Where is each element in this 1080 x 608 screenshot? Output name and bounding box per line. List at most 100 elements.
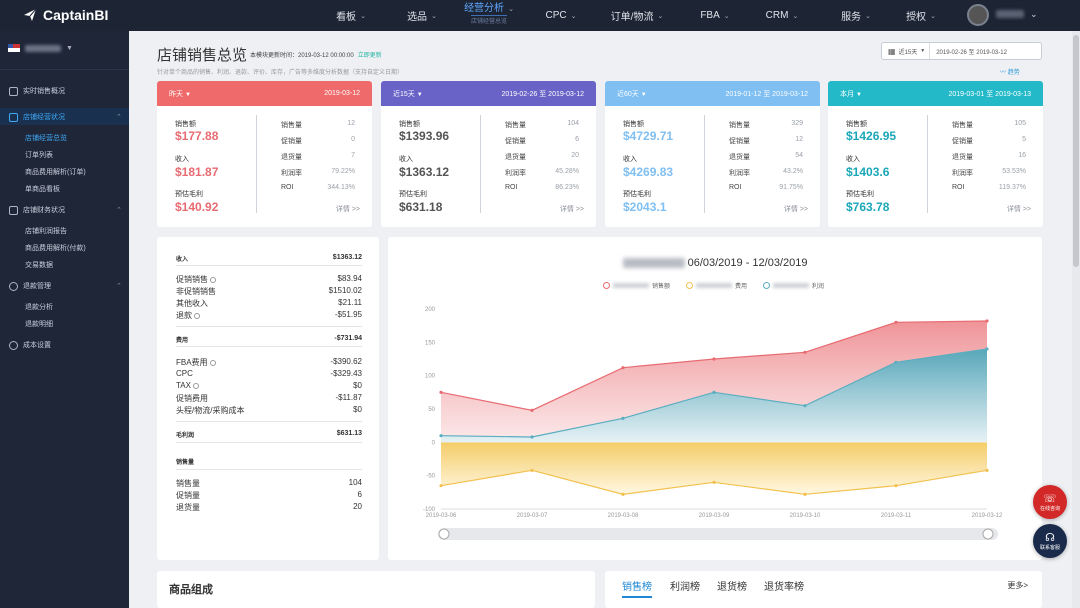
data-point — [621, 416, 625, 420]
sidebar-item-label: 退款明细 — [25, 321, 53, 328]
trend-link[interactable]: 〰 趋势 — [1000, 67, 1020, 76]
ranking-panel: 销售榜 利润榜 退货榜 退货率榜 更多> — [605, 571, 1042, 608]
zoom-handle-left[interactable] — [438, 528, 450, 540]
online-consult-label: 在线咨询 — [1039, 506, 1060, 512]
chart-zoom-slider[interactable] — [438, 528, 998, 540]
sidebar-item-cost-settings[interactable]: 成本设置 — [9, 340, 51, 350]
breakdown-value: 20 — [353, 502, 362, 511]
stat-row: 促销量 6 — [505, 136, 579, 146]
data-point — [712, 357, 716, 361]
username[interactable] — [996, 10, 1024, 18]
sidebar-item-store-status[interactable]: 店铺经营状况 ⌃ — [9, 112, 122, 122]
nav-item-2[interactable]: 经营分析 ⌄ 店铺经营总览 — [458, 0, 520, 31]
stat-label: 利润率 — [505, 170, 526, 177]
caret-down-icon: ▼ — [640, 91, 647, 98]
date-range-input[interactable]: 2019-02-26 至 2019-03-12 — [930, 47, 1007, 56]
detail-link[interactable]: 详情 >> — [560, 204, 584, 214]
store-selector[interactable]: ▼ — [8, 44, 73, 52]
income-label: 收入 — [175, 156, 189, 163]
divider — [176, 421, 362, 422]
sidebar-item-finance[interactable]: 店铺财务状况 ⌃ — [9, 205, 122, 215]
breakdown-value: -$329.43 — [330, 369, 362, 378]
stat-value: 53.53% — [1002, 168, 1026, 175]
sales-history-chart-panel: 06/03/2019 - 12/03/2019 销售额 费用 利润 -100 -5… — [388, 237, 1042, 560]
nav-item-4[interactable]: 订单/物流 ⌄ — [601, 0, 673, 31]
sidebar-item-refund-analysis[interactable]: 退款分析 — [25, 302, 53, 312]
help-icon[interactable] — [192, 382, 199, 389]
sidebar-item-product-board[interactable]: 单商品看板 — [25, 184, 60, 194]
nav-item-3[interactable]: CPC ⌄ — [543, 0, 579, 31]
breakdown-value: $0 — [353, 405, 362, 414]
sidebar-item-profit-report[interactable]: 店铺利润报告 — [25, 226, 67, 236]
online-consult-button[interactable]: ☏ 在线咨询 — [1033, 485, 1067, 519]
chevron-down-icon[interactable]: ⌄ — [1030, 9, 1038, 20]
contact-service-button[interactable]: ☊ 联系客服 — [1033, 524, 1067, 558]
breakdown-value: -$11.87 — [335, 393, 362, 402]
nav-item-0[interactable]: 看板 ⌄ — [328, 0, 374, 31]
breakdown-label: 销售量 — [176, 479, 200, 488]
update-time-label: 本模块更新时间：2019-03-12 00:00:00 — [250, 53, 354, 59]
tab-returns-ranking[interactable]: 退货榜 — [717, 578, 747, 593]
scrollbar-thumb[interactable] — [1073, 35, 1079, 267]
date-range-picker[interactable]: ▦ 近15天 ▼ 2019-02-26 至 2019-03-12 — [881, 42, 1042, 60]
nav-item-6[interactable]: CRM ⌄ — [761, 0, 803, 31]
help-icon[interactable] — [209, 359, 216, 366]
data-point — [803, 350, 807, 354]
update-now-link[interactable]: 立即更新 — [358, 53, 382, 59]
profit-value: $631.18 — [399, 200, 443, 214]
sidebar-item-refund-detail[interactable]: 退款明细 — [25, 319, 53, 329]
breakdown-row: 促销销售 $83.94 — [176, 274, 362, 285]
profit-value: $2043.1 — [623, 200, 667, 214]
gross-value: $631.13 — [336, 430, 362, 437]
nav-item-1[interactable]: 选品 ⌄ — [399, 0, 445, 31]
stat-row: ROI 344.13% — [281, 184, 355, 191]
nav-item-5[interactable]: FBA ⌄ — [698, 0, 732, 31]
detail-link[interactable]: 详情 >> — [336, 204, 360, 214]
sidebar-divider — [0, 69, 129, 70]
help-icon[interactable] — [210, 276, 216, 283]
date-preset-select[interactable]: ▦ 近15天 ▼ — [882, 43, 931, 59]
period-select[interactable]: 近60天 ▼ — [617, 89, 647, 99]
logo[interactable]: CaptainBI — [22, 7, 108, 23]
stat-label: 促销量 — [505, 138, 526, 145]
sidebar-item-label: 店铺经营状况 — [23, 114, 65, 121]
tab-profit-ranking[interactable]: 利润榜 — [670, 578, 700, 593]
summary-card: 本月 ▼ 2019-03-01 至 2019-03-13 销售额 $1426.95 收入… — [828, 81, 1043, 227]
detail-link[interactable]: 详情 >> — [784, 204, 808, 214]
period-select[interactable]: 昨天 ▼ — [169, 89, 191, 99]
nav-item-7[interactable]: 服务 ⌄ — [834, 0, 878, 31]
income-label: 收入 — [623, 156, 637, 163]
stat-value: 54 — [795, 152, 803, 159]
income-value: $1363.12 — [399, 165, 450, 179]
nav-item-label: FBA — [700, 10, 720, 21]
sidebar-item-orders[interactable]: 订单列表 — [25, 150, 53, 160]
nav-item-sub: 店铺经营总览 — [470, 15, 507, 28]
sidebar-item-refunds[interactable]: 退款管理 ⌃ — [9, 281, 122, 291]
gear-icon — [9, 340, 18, 350]
profit-label: 预估毛利 — [399, 191, 427, 198]
stat-row: 促销量 12 — [729, 136, 803, 146]
breakdown-value: $21.11 — [338, 298, 362, 307]
card-header: 近15天 ▼ 2019-02-26 至 2019-03-12 — [381, 81, 596, 106]
tab-return-rate-ranking[interactable]: 退货率榜 — [764, 578, 804, 593]
zoom-handle-right[interactable] — [982, 528, 994, 540]
help-icon[interactable] — [194, 312, 200, 319]
income-value: $1403.6 — [846, 165, 890, 179]
more-link[interactable]: 更多> — [1007, 580, 1028, 591]
nav-item-8[interactable]: 授权 ⌄ — [899, 0, 943, 31]
tab-sales-ranking[interactable]: 销售榜 — [622, 578, 652, 598]
avatar[interactable] — [967, 4, 989, 26]
caret-down-icon: ▼ — [184, 91, 191, 98]
sidebar-item-transactions[interactable]: 交易数据 — [25, 260, 53, 270]
period-select[interactable]: 本月 ▼ — [840, 89, 862, 99]
page-scrollbar[interactable] — [1072, 31, 1080, 608]
sidebar-item-overview[interactable]: 店铺经营总览 — [25, 133, 67, 143]
sidebar-item-fee-order[interactable]: 商品费用解析(订单) — [25, 167, 86, 177]
sidebar-item-realtime[interactable]: 实时销售概况 — [9, 86, 65, 96]
detail-link[interactable]: 详情 >> — [1007, 204, 1031, 214]
period-select[interactable]: 近15天 ▼ — [393, 89, 423, 99]
stat-row: 利润率 79.22% — [281, 168, 355, 178]
stat-row: 退货量 20 — [505, 152, 579, 162]
trend-line-icon: 〰 — [1000, 70, 1007, 76]
sidebar-item-fee-payment[interactable]: 商品费用解析(付款) — [25, 243, 86, 253]
